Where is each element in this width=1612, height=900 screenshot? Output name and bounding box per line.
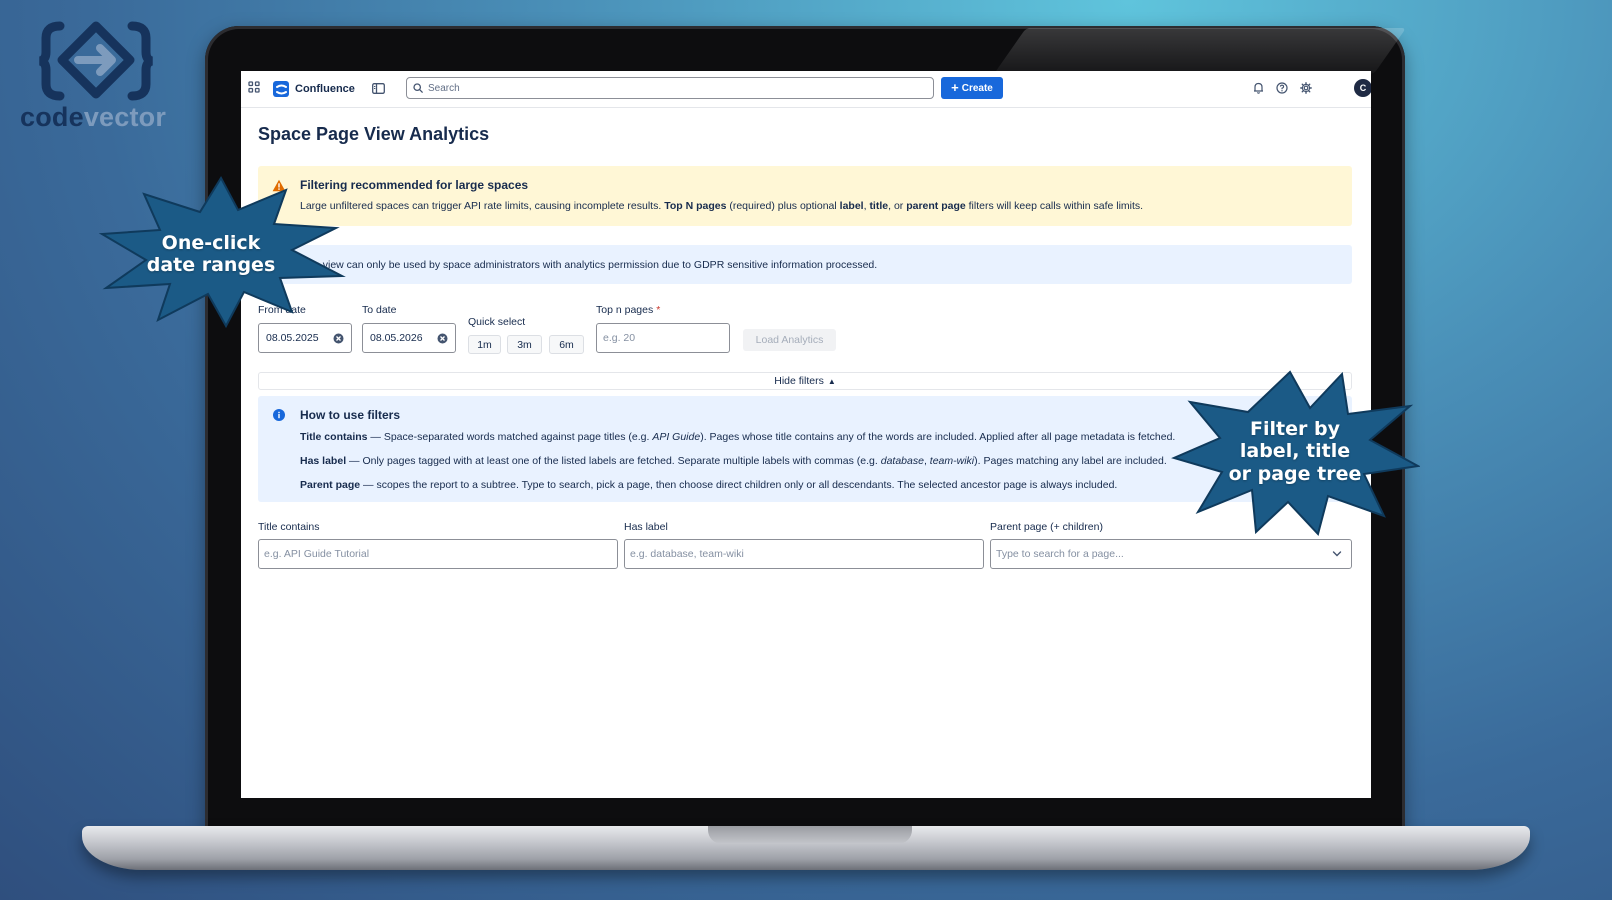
clear-to-date-icon[interactable] xyxy=(437,333,448,344)
has-label-input[interactable] xyxy=(630,548,948,560)
load-analytics-button[interactable]: Load Analytics xyxy=(743,329,836,351)
parent-page-label: Parent page (+ children) xyxy=(990,521,1103,533)
hide-filters-label: Hide filters xyxy=(774,375,824,387)
to-date-field[interactable] xyxy=(362,323,456,353)
clear-from-date-icon[interactable] xyxy=(333,333,344,344)
create-button-label: Create xyxy=(961,82,993,94)
page-title: Space Page View Analytics xyxy=(258,124,490,144)
top-n-input[interactable] xyxy=(603,332,723,344)
to-date-label: To date xyxy=(362,304,397,316)
bell-icon[interactable] xyxy=(1251,81,1265,95)
app-name: Confluence xyxy=(295,83,355,95)
title-contains-label: Title contains xyxy=(258,521,320,533)
gdpr-info-text: This view can only be used by space admi… xyxy=(300,259,878,271)
warning-banner: Filtering recommended for large spaces L… xyxy=(258,166,1352,226)
create-button[interactable]: + Create xyxy=(941,77,1003,99)
plus-icon: + xyxy=(951,80,959,95)
caret-up-icon: ▲ xyxy=(827,376,836,386)
gdpr-info-banner: This view can only be used by space admi… xyxy=(258,245,1352,284)
quick-select-3m-button[interactable]: 3m xyxy=(507,335,542,354)
required-marker: * xyxy=(656,304,661,316)
top-n-label: Top n pages * xyxy=(596,304,661,316)
search-input[interactable] xyxy=(428,82,908,94)
sidebar-toggle-icon[interactable] xyxy=(371,81,385,95)
title-contains-help: Title contains — Space-separated words m… xyxy=(300,431,1176,443)
screen-glare xyxy=(993,28,1407,74)
parent-page-select[interactable] xyxy=(990,539,1352,569)
search-icon xyxy=(413,83,423,93)
logo-wordmark: codevector xyxy=(20,102,167,132)
info-icon xyxy=(273,409,285,421)
help-icon[interactable] xyxy=(1275,81,1289,95)
top-navigation-bar: Confluence + Create C xyxy=(241,71,1371,108)
search-box[interactable] xyxy=(406,77,934,99)
date-ranges-callout-text: One-click date ranges xyxy=(146,232,276,277)
quick-select-label: Quick select xyxy=(468,316,526,328)
how-to-title: How to use filters xyxy=(300,408,401,422)
filters-callout-text: Filter by label, title or page tree xyxy=(1228,418,1362,485)
apps-grid-icon[interactable] xyxy=(247,80,261,94)
codevector-logo: codevector xyxy=(18,20,178,140)
has-label-field[interactable] xyxy=(624,539,984,569)
quick-select-6m-button[interactable]: 6m xyxy=(549,335,584,354)
title-contains-field[interactable] xyxy=(258,539,618,569)
from-date-input[interactable] xyxy=(266,332,326,344)
gear-icon[interactable] xyxy=(1299,81,1313,95)
top-n-field[interactable] xyxy=(596,323,730,353)
confluence-home-link[interactable]: Confluence xyxy=(273,79,355,99)
parent-page-input[interactable] xyxy=(996,548,1316,560)
parent-page-help: Parent page — scopes the report to a sub… xyxy=(300,479,1118,491)
laptop-notch xyxy=(708,826,912,844)
confluence-logo-icon xyxy=(273,81,289,97)
to-date-input[interactable] xyxy=(370,332,430,344)
chevron-down-icon[interactable] xyxy=(1332,550,1342,558)
has-label-help: Has label — Only pages tagged with at le… xyxy=(300,455,1167,467)
code-arrow-logo-icon xyxy=(38,21,154,101)
user-avatar[interactable]: C xyxy=(1354,79,1371,97)
quick-select-1m-button[interactable]: 1m xyxy=(468,335,501,354)
warning-text: Large unfiltered spaces can trigger API … xyxy=(300,200,1144,212)
has-label-label: Has label xyxy=(624,521,668,533)
title-contains-input[interactable] xyxy=(264,548,582,560)
